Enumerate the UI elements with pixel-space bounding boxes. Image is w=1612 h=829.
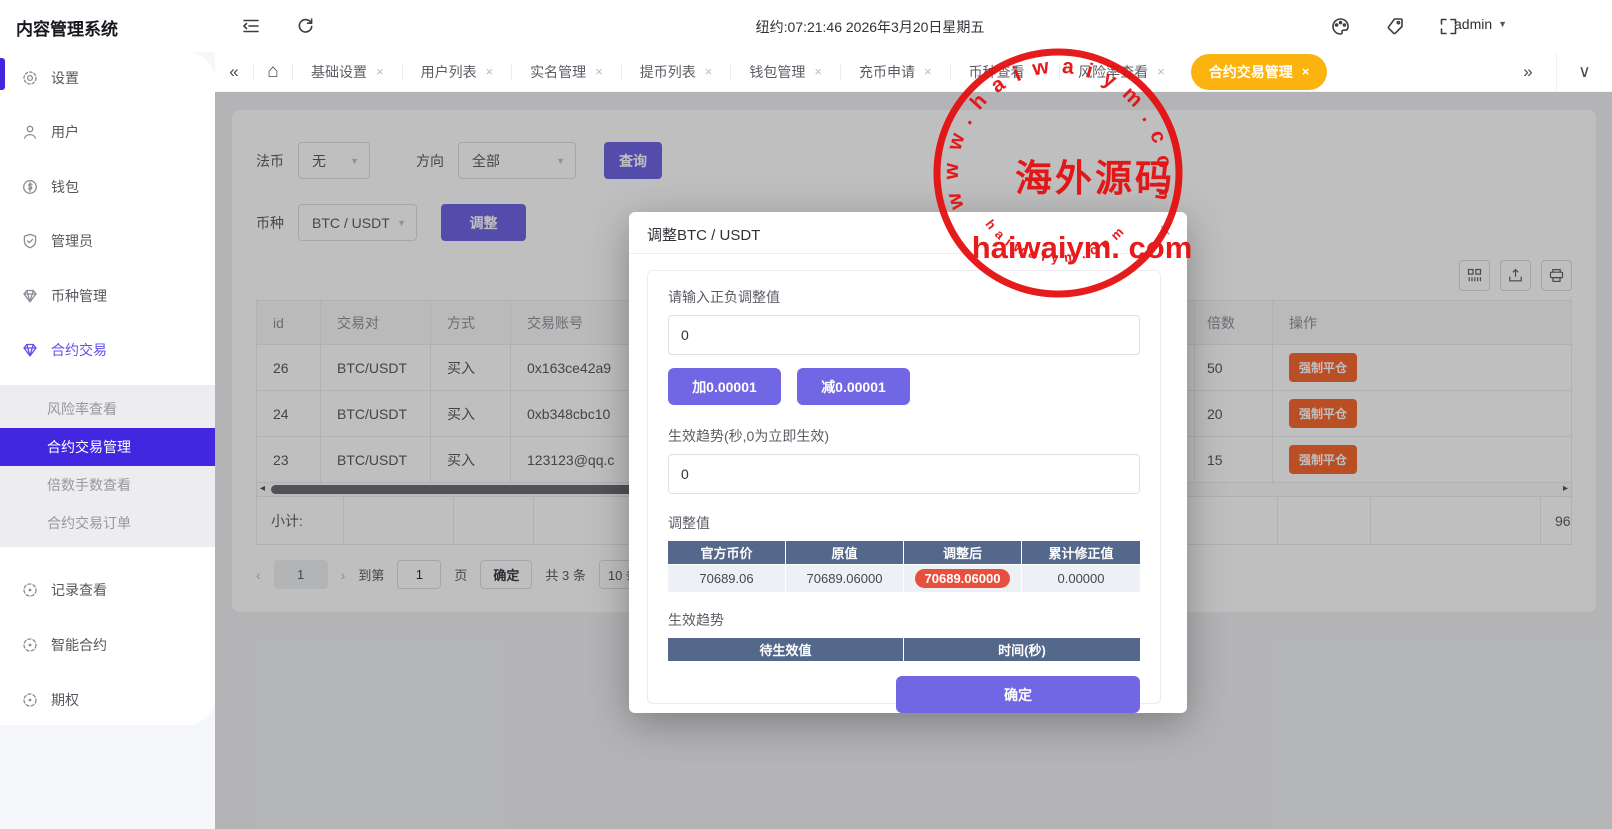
close-icon[interactable]: × <box>595 64 603 79</box>
trend-table-label: 生效趋势 <box>668 610 1140 630</box>
shield-check-icon <box>22 233 38 249</box>
cumulative-correction: 0.00000 <box>1022 565 1140 592</box>
modal-confirm-button[interactable]: 确定 <box>896 676 1140 713</box>
trend-table-header: 待生效值 时间(秒) <box>668 638 1140 661</box>
tab-coin-view[interactable]: 币种查看× <box>951 52 1060 92</box>
plus-step-button[interactable]: 加0.00001 <box>668 368 781 405</box>
adjust-table-label: 调整值 <box>668 513 1140 533</box>
refresh-icon[interactable] <box>297 17 314 34</box>
adjusted-value-badge: 70689.06000 <box>915 569 1011 588</box>
adjust-price-modal: 调整BTC / USDT × 请输入正负调整值 0 加0.00001 减0.00… <box>629 212 1187 713</box>
tabs-forward-icon[interactable]: » <box>1500 52 1556 92</box>
sidebar-item-contract-trade[interactable]: 合约交易 <box>0 328 215 372</box>
history-icon <box>22 692 38 708</box>
trend-seconds-input[interactable]: 0 <box>668 454 1140 494</box>
tabs-back-icon[interactable]: « <box>215 52 253 92</box>
tag-icon[interactable] <box>1386 17 1404 35</box>
modal-body: 请输入正负调整值 0 加0.00001 减0.00001 生效趋势(秒,0为立即… <box>647 270 1161 704</box>
history-icon <box>22 637 38 653</box>
submenu-item-multiple-lots[interactable]: 倍数手数查看 <box>0 466 215 504</box>
palette-icon[interactable] <box>1331 17 1350 36</box>
submenu-item-contract-trade-manage[interactable]: 合约交易管理 <box>0 428 215 466</box>
modal-header: 调整BTC / USDT × <box>629 212 1187 254</box>
close-icon[interactable]: × <box>1157 64 1165 79</box>
app-window: 内容管理系统 纽约:07:21:46 2026年3月20日星期五 admin ▼… <box>0 0 1612 829</box>
official-price: 70689.06 <box>668 565 786 592</box>
gem-icon <box>22 342 38 358</box>
close-icon[interactable]: × <box>376 64 384 79</box>
close-icon[interactable]: × <box>924 64 932 79</box>
sidebar-item-settings[interactable]: 设置 <box>0 56 215 100</box>
tab-deposit-apply[interactable]: 充币申请× <box>841 52 950 92</box>
adjust-table-header: 官方币价 原值 调整后 累计修正值 <box>668 541 1140 564</box>
tab-wallet-manage[interactable]: 钱包管理× <box>731 52 840 92</box>
contract-trade-submenu: 风险率查看 合约交易管理 倍数手数查看 合约交易订单 <box>0 385 215 547</box>
trend-seconds-label: 生效趋势(秒,0为立即生效) <box>668 426 1140 446</box>
history-icon <box>22 582 38 598</box>
close-icon[interactable]: × <box>1302 64 1310 79</box>
tab-contract-trade-manage[interactable]: 合约交易管理× <box>1191 54 1328 90</box>
sidebar-item-records[interactable]: 记录查看 <box>0 568 215 612</box>
trend-table: 待生效值 时间(秒) <box>668 638 1140 661</box>
caret-down-icon: ▼ <box>1498 19 1507 29</box>
tab-risk-rate[interactable]: 风险率查看× <box>1060 52 1183 92</box>
adjust-table-row: 70689.06 70689.06000 70689.06000 0.00000 <box>668 564 1140 592</box>
sidebar: 设置 用户 钱包 管理员 币种管理 合约交易 <box>0 52 215 829</box>
original-value: 70689.06000 <box>786 565 904 592</box>
tab-bar: « ⌂ 基础设置× 用户列表× 实名管理× 提币列表× 钱包管理× 充币申请× … <box>215 52 1612 92</box>
modal-title: 调整BTC / USDT <box>647 224 760 245</box>
submenu-item-contract-orders[interactable]: 合约交易订单 <box>0 504 215 542</box>
sidebar-item-smart-contract[interactable]: 智能合约 <box>0 623 215 667</box>
dollar-circle-icon <box>22 179 38 195</box>
sidebar-item-admins[interactable]: 管理员 <box>0 219 215 263</box>
close-icon[interactable]: × <box>486 64 494 79</box>
close-icon[interactable]: × <box>1034 64 1042 79</box>
gem-icon <box>22 288 38 304</box>
gear-icon <box>22 70 38 86</box>
sidebar-item-coin-manage[interactable]: 币种管理 <box>0 274 215 318</box>
tabbar-right-controls: » ∨ <box>1500 52 1612 92</box>
tab-withdraw-list[interactable]: 提币列表× <box>622 52 731 92</box>
submenu-item-risk-rate[interactable]: 风险率查看 <box>0 390 215 428</box>
sidebar-item-users[interactable]: 用户 <box>0 110 215 154</box>
user-icon <box>22 124 38 140</box>
tab-user-list[interactable]: 用户列表× <box>403 52 512 92</box>
close-icon[interactable]: × <box>814 64 822 79</box>
sidebar-card: 设置 用户 钱包 管理员 币种管理 合约交易 <box>0 52 215 725</box>
user-menu[interactable]: admin ▼ <box>1454 16 1507 32</box>
app-title: 内容管理系统 <box>16 15 118 40</box>
modal-close-icon[interactable]: × <box>1159 220 1171 243</box>
step-buttons: 加0.00001 减0.00001 <box>668 368 1140 405</box>
adjust-value-input[interactable]: 0 <box>668 315 1140 355</box>
top-header: 内容管理系统 纽约:07:21:46 2026年3月20日星期五 admin ▼ <box>0 0 1612 52</box>
home-icon[interactable]: ⌂ <box>254 52 292 92</box>
adjust-value-label: 请输入正负调整值 <box>668 287 1140 307</box>
tab-basic-settings[interactable]: 基础设置× <box>293 52 402 92</box>
tabs-menu-chevron-icon[interactable]: ∨ <box>1556 52 1612 92</box>
adjust-values-table: 官方币价 原值 调整后 累计修正值 70689.06 70689.06000 7… <box>668 541 1140 592</box>
tab-realname[interactable]: 实名管理× <box>512 52 621 92</box>
minus-step-button[interactable]: 减0.00001 <box>797 368 910 405</box>
datetime-display: 纽约:07:21:46 2026年3月20日星期五 <box>660 17 1080 37</box>
sidebar-item-options[interactable]: 期权 <box>0 678 215 722</box>
sidebar-collapse-icon[interactable] <box>242 18 260 34</box>
sidebar-item-wallet[interactable]: 钱包 <box>0 165 215 209</box>
close-icon[interactable]: × <box>705 64 713 79</box>
username-label: admin <box>1454 16 1492 32</box>
